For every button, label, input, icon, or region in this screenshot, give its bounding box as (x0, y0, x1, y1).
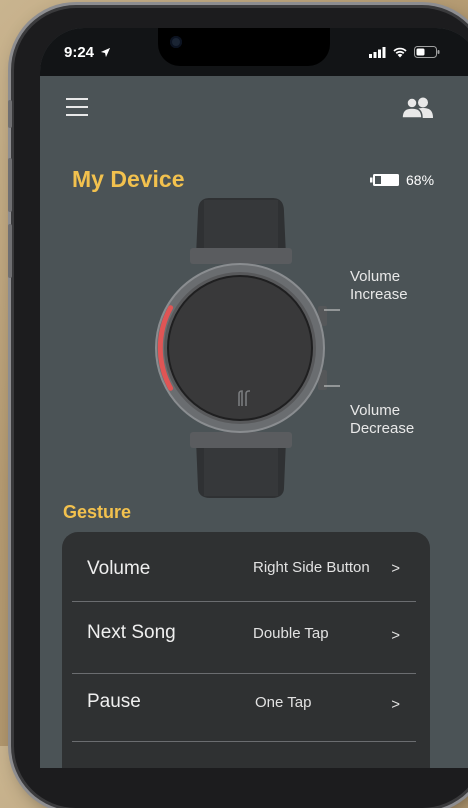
system-icons (369, 46, 440, 58)
gesture-value: Double Tap (253, 625, 329, 642)
notch (158, 28, 330, 66)
chevron-right-icon: > (391, 560, 400, 577)
callout-line1: Volume (350, 402, 401, 419)
gesture-row-volume[interactable]: Volume Right Side Button > (72, 534, 416, 600)
row-divider (72, 601, 416, 602)
row-divider (72, 673, 416, 674)
callout-line2: Decrease (350, 420, 415, 437)
callout-line1: Volume (350, 268, 401, 285)
people-icon[interactable] (402, 96, 434, 118)
front-camera (170, 36, 182, 48)
gesture-label: Volume (87, 558, 151, 579)
gesture-row-pause[interactable]: Pause One Tap > (72, 675, 416, 741)
cellular-signal-icon (369, 46, 386, 58)
side-button (8, 100, 12, 128)
gesture-value: One Tap (255, 694, 312, 711)
status-time: 9:24 (64, 44, 111, 61)
volume-up-side-button (8, 158, 12, 212)
time-text: 9:24 (64, 44, 95, 61)
page-title: My Device (72, 166, 185, 192)
gesture-value: Right Side Button (253, 559, 370, 576)
volume-down-side-button (8, 224, 12, 278)
chevron-right-icon: > (391, 627, 400, 644)
volume-increase-callout: Volume Increase (350, 268, 408, 304)
gesture-list: Volume Right Side Button > Next Song Dou… (62, 532, 430, 768)
location-arrow-icon (101, 47, 111, 58)
device-battery-icon (370, 174, 399, 186)
status-bar: 9:24 (40, 28, 468, 76)
battery-percent: 68% (406, 172, 435, 188)
gesture-label: Next Song (87, 622, 176, 643)
app-screen: 9:24 My Device 68% Volume Increase Volum… (40, 28, 468, 768)
watch-illustration (155, 198, 340, 498)
row-divider (72, 741, 416, 742)
gesture-row-next-song[interactable]: Next Song Double Tap > (72, 603, 416, 669)
volume-decrease-callout: Volume Decrease (350, 402, 414, 438)
chevron-right-icon: > (391, 696, 400, 713)
battery-icon (414, 46, 440, 58)
callout-line2: Increase (350, 286, 408, 303)
device-battery-status: 68% (370, 172, 434, 188)
wifi-icon (393, 47, 407, 58)
app-bar (40, 76, 468, 136)
gesture-label: Pause (87, 691, 141, 712)
gesture-section-title: Gesture (63, 502, 132, 522)
hamburger-menu-icon[interactable] (66, 98, 88, 116)
